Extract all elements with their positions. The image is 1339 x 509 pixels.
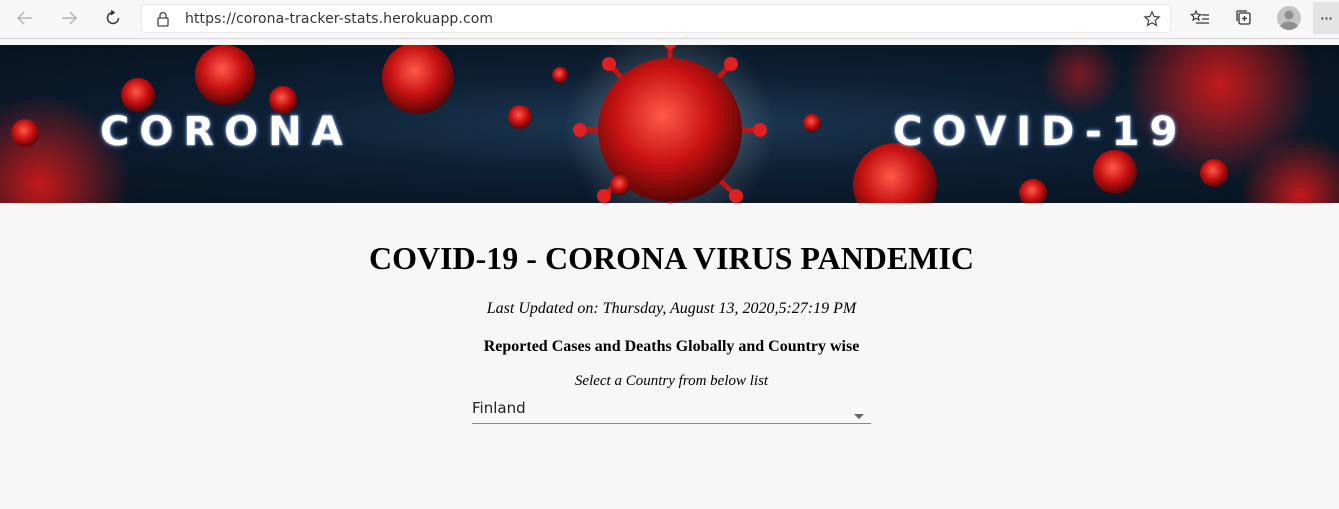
back-button[interactable] xyxy=(11,5,39,31)
more-icon: ··· xyxy=(1319,8,1333,28)
browser-toolbar: https://corona-tracker-stats.herokuapp.c… xyxy=(0,0,1339,39)
forward-button[interactable] xyxy=(55,5,83,31)
back-arrow-icon xyxy=(16,11,32,25)
user-icon xyxy=(1280,10,1298,30)
forward-arrow-icon xyxy=(62,11,78,25)
collections-icon[interactable] xyxy=(1232,6,1256,30)
last-updated-text: Last Updated on: Thursday, August 13, 20… xyxy=(486,300,857,317)
favorites-list-icon[interactable] xyxy=(1188,6,1212,30)
banner-covid-text: COVID-19 xyxy=(893,109,1188,155)
selected-country: Finland xyxy=(472,399,526,417)
address-bar[interactable]: https://corona-tracker-stats.herokuapp.c… xyxy=(141,4,1171,33)
country-select-label: Select a Country from below list xyxy=(574,373,769,389)
refresh-icon xyxy=(106,9,120,25)
dropdown-arrow-icon xyxy=(854,406,864,424)
corona-banner-image: CORONA COVID-19 xyxy=(0,45,1339,203)
favorite-star-icon[interactable] xyxy=(1143,10,1161,33)
url-text[interactable]: https://corona-tracker-stats.herokuapp.c… xyxy=(185,11,493,27)
refresh-button[interactable] xyxy=(99,5,127,31)
lock-icon xyxy=(156,11,170,32)
more-menu-button[interactable]: ··· xyxy=(1313,2,1339,34)
country-select[interactable]: Finland xyxy=(472,396,871,424)
page-subtitle: Reported Cases and Deaths Globally and C… xyxy=(483,338,860,355)
profile-avatar[interactable] xyxy=(1277,6,1301,30)
page-title: COVID-19 - CORONA VIRUS PANDEMIC xyxy=(368,240,975,276)
banner-corona-text: CORONA xyxy=(100,109,353,155)
